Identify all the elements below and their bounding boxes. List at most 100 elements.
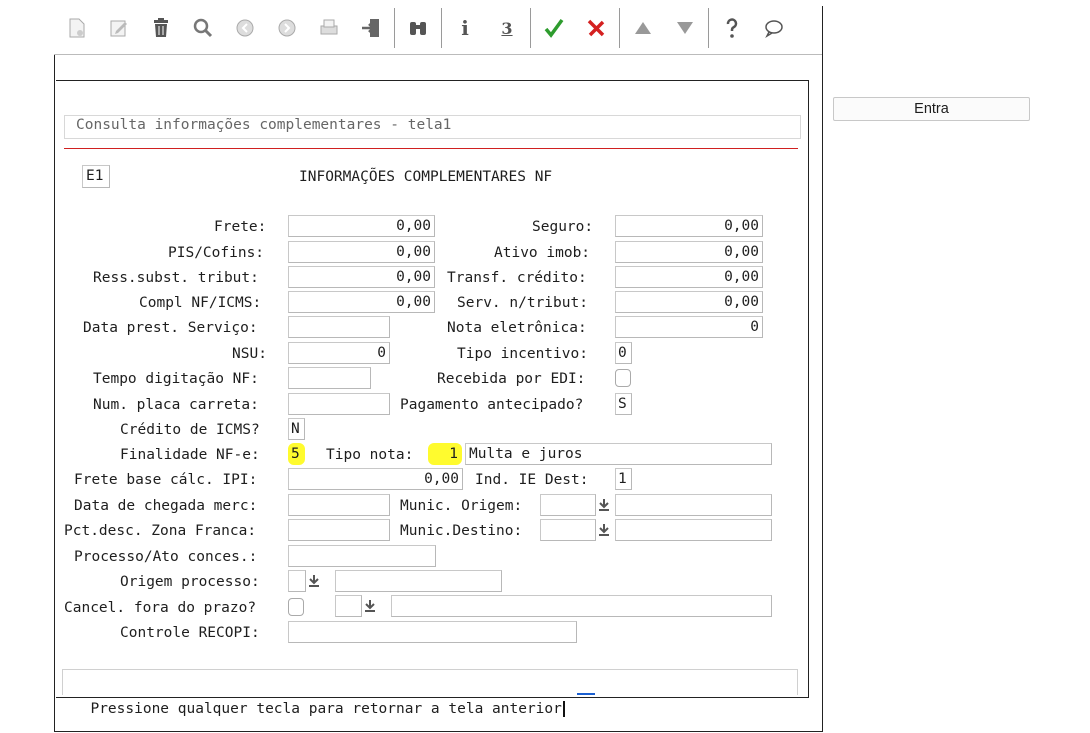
- download-icon[interactable]: [596, 496, 612, 514]
- munic-origem-label: Munic. Origem:: [400, 498, 523, 514]
- frete-label: Frete:: [214, 219, 267, 235]
- tipo-nota-field[interactable]: 1: [428, 443, 462, 465]
- new-doc-icon[interactable]: [56, 10, 98, 46]
- entra-button[interactable]: Entra: [833, 97, 1030, 121]
- ind-ie-dest-field[interactable]: 1: [615, 468, 632, 490]
- origem-processo-field[interactable]: [288, 570, 306, 592]
- serv-ntribut-field[interactable]: 0,00: [615, 291, 763, 313]
- data-prest-label: Data prest. Serviço:: [83, 320, 258, 336]
- seguro-label: Seguro:: [532, 219, 594, 235]
- info-icon[interactable]: i: [444, 10, 486, 46]
- pagamento-antecipado-label: Pagamento antecipado?: [400, 397, 584, 413]
- screen-heading: INFORMAÇÕES COMPLEMENTARES NF: [299, 169, 553, 185]
- seguro-field[interactable]: 0,00: [615, 215, 763, 237]
- prev-icon[interactable]: [224, 10, 266, 46]
- transf-credito-field[interactable]: 0,00: [615, 266, 763, 288]
- recebida-edi-label: Recebida por EDI:: [437, 371, 586, 387]
- pct-desc-field[interactable]: [288, 519, 390, 541]
- munic-destino-field[interactable]: [540, 519, 596, 541]
- frame-top-border: [54, 54, 822, 55]
- help-icon[interactable]: [711, 10, 753, 46]
- cursor-underline: [577, 693, 595, 695]
- cancel-fora-prazo-label: Cancel. fora do prazo?: [64, 600, 257, 616]
- controle-recopi-field[interactable]: [288, 621, 577, 643]
- credito-icms-field[interactable]: N: [288, 418, 305, 440]
- finalidade-nfe-label: Finalidade NF-e:: [120, 447, 260, 463]
- print-icon[interactable]: [308, 10, 350, 46]
- origem-processo-label: Origem processo:: [120, 574, 260, 590]
- binoculars-icon[interactable]: [397, 10, 439, 46]
- data-chegada-field[interactable]: [288, 494, 390, 516]
- munic-destino-label: Munic.Destino:: [400, 523, 523, 539]
- controle-recopi-label: Controle RECOPI:: [120, 625, 260, 641]
- toolbar-separator: [530, 8, 531, 48]
- nota-eletronica-field[interactable]: 0: [615, 316, 763, 338]
- transf-credito-label: Transf. crédito:: [447, 270, 587, 286]
- pagamento-antecipado-field[interactable]: S: [615, 393, 632, 415]
- next-icon[interactable]: [266, 10, 308, 46]
- compl-nf-field[interactable]: 0,00: [288, 291, 435, 313]
- munic-destino-description: [615, 519, 772, 541]
- munic-origem-field[interactable]: [540, 494, 596, 516]
- screen-code: E1: [82, 165, 110, 188]
- chat-icon[interactable]: [753, 10, 795, 46]
- footer-message-box: Pressione qualquer tecla para retornar a…: [62, 669, 798, 717]
- pis-cofins-field[interactable]: 0,00: [288, 241, 435, 263]
- pis-cofins-label: PIS/Cofins:: [168, 245, 265, 261]
- up-icon[interactable]: [622, 10, 664, 46]
- frete-field[interactable]: 0,00: [288, 215, 435, 237]
- frame-bottom-border: [54, 731, 822, 732]
- tipo-nota-description: Multa e juros: [465, 443, 772, 465]
- cancel-fora-prazo-checkbox[interactable]: [288, 598, 304, 616]
- tempo-digitacao-label: Tempo digitação NF:: [93, 371, 259, 387]
- toolbar-separator: [441, 8, 442, 48]
- search-icon[interactable]: [182, 10, 224, 46]
- screen-title: Consulta informações complementares - te…: [76, 117, 452, 133]
- download-icon[interactable]: [362, 597, 378, 615]
- toolbar-separator: [394, 8, 395, 48]
- compl-nf-label: Compl NF/ICMS:: [139, 295, 262, 311]
- cancel-icon[interactable]: [575, 10, 617, 46]
- data-chegada-label: Data de chegada merc:: [74, 498, 258, 514]
- tipo-nota-label: Tipo nota:: [326, 447, 414, 463]
- ress-subst-field[interactable]: 0,00: [288, 266, 435, 288]
- frete-base-ipi-field[interactable]: 0,00: [288, 468, 463, 490]
- down-icon[interactable]: [664, 10, 706, 46]
- ativo-imob-field[interactable]: 0,00: [615, 241, 763, 263]
- ind-ie-dest-label: Ind. IE Dest:: [475, 472, 589, 488]
- download-icon[interactable]: [306, 572, 322, 590]
- title-separator: [64, 148, 798, 149]
- tempo-digitacao-field[interactable]: [288, 367, 371, 389]
- frame-left-border: [54, 54, 55, 732]
- counter-icon[interactable]: 3: [486, 10, 528, 46]
- toolbar: i 3: [56, 6, 822, 50]
- nsu-field[interactable]: 0: [288, 342, 390, 364]
- ativo-imob-label: Ativo imob:: [494, 245, 591, 261]
- confirm-icon[interactable]: [533, 10, 575, 46]
- finalidade-nfe-field[interactable]: 5: [288, 443, 305, 465]
- processo-ato-field[interactable]: [288, 545, 436, 567]
- ress-subst-label: Ress.subst. tribut:: [93, 270, 259, 286]
- cancel-fora-prazo-description: [391, 595, 772, 617]
- footer-message: Pressione qualquer tecla para retornar a…: [90, 701, 562, 717]
- credito-icms-label: Crédito de ICMS?: [120, 422, 260, 438]
- num-placa-label: Num. placa carreta:: [93, 397, 259, 413]
- tipo-incentivo-field[interactable]: 0: [615, 342, 632, 364]
- serv-ntribut-label: Serv. n/tribut:: [457, 295, 588, 311]
- munic-origem-description: [615, 494, 772, 516]
- pct-desc-label: Pct.desc. Zona Franca:: [64, 523, 257, 539]
- num-placa-field[interactable]: [288, 393, 390, 415]
- frete-base-ipi-label: Frete base cálc. IPI:: [74, 472, 258, 488]
- data-prest-field[interactable]: [288, 316, 390, 338]
- text-cursor: [562, 701, 565, 717]
- recebida-edi-checkbox[interactable]: [615, 369, 631, 387]
- trash-icon[interactable]: [140, 10, 182, 46]
- screen-title-box: Consulta informações complementares - te…: [64, 115, 801, 139]
- download-icon[interactable]: [596, 521, 612, 539]
- exit-icon[interactable]: [350, 10, 392, 46]
- cancel-fora-prazo-field[interactable]: [335, 595, 362, 617]
- frame-right-border: [822, 6, 823, 732]
- nsu-label: NSU:: [232, 346, 267, 362]
- processo-ato-label: Processo/Ato conces.:: [74, 549, 258, 565]
- edit-icon[interactable]: [98, 10, 140, 46]
